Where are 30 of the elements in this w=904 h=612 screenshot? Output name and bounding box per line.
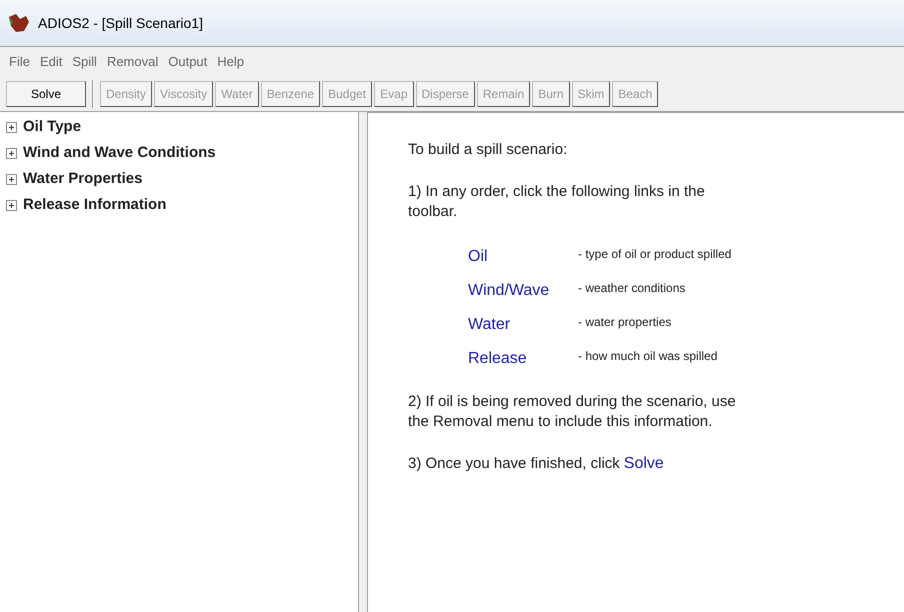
description-text: - type of oil or product spilled (578, 246, 732, 262)
description-text: - how much oil was spilled (578, 348, 718, 364)
tree-item[interactable]: Wind and Wave Conditions (23, 142, 216, 164)
link[interactable]: Water (468, 312, 578, 336)
menu-item[interactable]: File (4, 52, 35, 72)
link[interactable]: Release (468, 346, 578, 370)
menu-item[interactable]: Edit (34, 52, 68, 72)
toolbar-button[interactable]: Solve (6, 80, 86, 106)
expand-icon[interactable] (6, 148, 17, 158)
instruction-text: To build a spill scenario: (408, 140, 568, 160)
link[interactable]: Wind/Wave (468, 278, 578, 302)
menu-item[interactable]: Spill (67, 52, 102, 72)
tree-item[interactable]: Release Information (23, 194, 166, 216)
instruction-text: 2) If oil is being removed during the scenario, use the Removal menu to include this information. (408, 392, 737, 432)
instruction-text: 1) In any order, click the following links in the toolbar. (408, 182, 706, 222)
expand-icon[interactable] (6, 122, 17, 132)
window-title: ADIOS2 - [Spill Scenario1] (38, 14, 203, 33)
menu-item[interactable]: Help (212, 52, 250, 72)
link[interactable]: Solve (624, 452, 664, 476)
app-logo-icon (8, 13, 30, 33)
tree-item[interactable]: Oil Type (23, 116, 82, 138)
expand-icon[interactable] (6, 174, 17, 184)
instruction-text: 3) Once you have finished, click (408, 454, 620, 474)
menu-item[interactable]: Output (163, 52, 212, 72)
description-text: - weather conditions (578, 280, 686, 296)
expand-icon[interactable] (6, 200, 17, 210)
description-text: - water properties (578, 314, 672, 330)
link[interactable]: Oil (468, 244, 578, 268)
tree-item[interactable]: Water Properties (23, 168, 142, 190)
menu-item[interactable]: Removal (102, 52, 164, 72)
